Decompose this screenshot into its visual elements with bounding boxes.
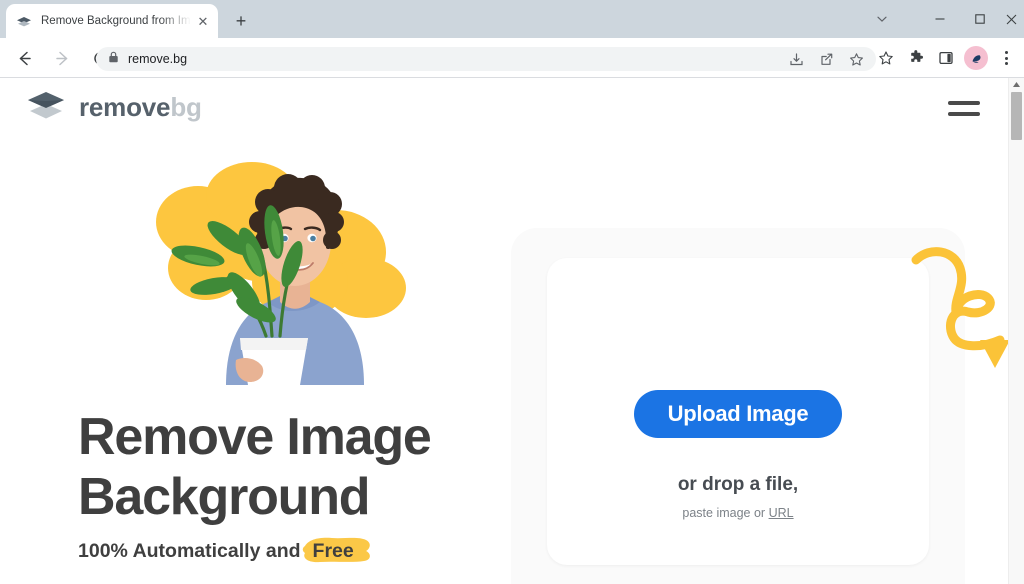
paste-url-link[interactable]: URL	[769, 506, 794, 520]
address-bar[interactable]: remove.bg	[96, 47, 876, 71]
free-label: Free	[312, 540, 354, 562]
favorites-star-icon[interactable]	[872, 44, 900, 72]
lock-icon[interactable]	[108, 50, 119, 68]
remove-bg-diamond-icon	[16, 13, 32, 29]
free-highlight: Free	[302, 537, 370, 563]
bookmark-star-icon[interactable]	[842, 45, 870, 73]
page-viewport: removebg Remove Image Background 100% Au…	[0, 78, 1024, 584]
profile-avatar-icon[interactable]	[962, 44, 990, 72]
tab-strip: Remove Background from Ima ✕ +	[0, 0, 1024, 38]
upload-dropzone[interactable]: Upload Image or drop a file, paste image…	[547, 258, 929, 565]
brand-secondary: bg	[170, 92, 202, 122]
headline-line-2: Background	[78, 467, 371, 526]
minimize-icon[interactable]	[918, 0, 962, 38]
brand-primary: remove	[79, 92, 171, 122]
yellow-triangle-decoration-icon	[978, 337, 1012, 371]
toolbar-actions	[872, 44, 1020, 72]
site-logo[interactable]: removebg	[26, 90, 202, 124]
browser-window: Remove Background from Ima ✕ + remove.bg…	[0, 0, 1024, 584]
install-app-icon[interactable]	[782, 45, 810, 73]
new-tab-button[interactable]: +	[228, 8, 254, 34]
page-subheadline: 100% Automatically and Free	[78, 537, 538, 563]
page-headline: Remove Image Background	[78, 408, 538, 528]
side-panel-icon[interactable]	[932, 44, 960, 72]
hero-image	[140, 160, 420, 385]
subheadline-prefix: 100% Automatically and	[78, 540, 301, 562]
paste-hint: paste image or URL	[682, 506, 793, 520]
scroll-up-arrow-icon[interactable]	[1009, 78, 1024, 91]
hamburger-menu-icon[interactable]	[948, 96, 980, 120]
scrollbar-thumb[interactable]	[1011, 92, 1022, 140]
maximize-icon[interactable]	[958, 0, 1002, 38]
chrome-menu-kebab-icon[interactable]	[992, 44, 1020, 72]
upload-image-button[interactable]: Upload Image	[633, 390, 843, 438]
tab-close-icon[interactable]: ✕	[194, 12, 212, 30]
site-logo-text: removebg	[79, 94, 202, 120]
site-header: removebg	[0, 78, 1008, 138]
forward-arrow-icon	[47, 43, 77, 73]
share-icon[interactable]	[812, 45, 840, 73]
url-text: remove.bg	[128, 52, 188, 66]
back-arrow-icon[interactable]	[9, 43, 39, 73]
page-scrollbar[interactable]	[1008, 78, 1024, 584]
paste-hint-prefix: paste image or	[682, 506, 766, 520]
close-window-icon[interactable]	[998, 0, 1024, 38]
tab-search-chevron-down-icon[interactable]	[860, 0, 904, 38]
extensions-puzzle-icon[interactable]	[902, 44, 930, 72]
stacked-diamond-logo-icon	[26, 90, 66, 124]
tab-title: Remove Background from Ima	[41, 15, 194, 27]
drop-file-text: or drop a file,	[677, 474, 799, 495]
headline-line-1: Remove Image	[78, 408, 432, 466]
avatar	[964, 46, 988, 70]
omnibox-actions	[782, 47, 876, 71]
browser-tab[interactable]: Remove Background from Ima ✕	[6, 4, 218, 38]
